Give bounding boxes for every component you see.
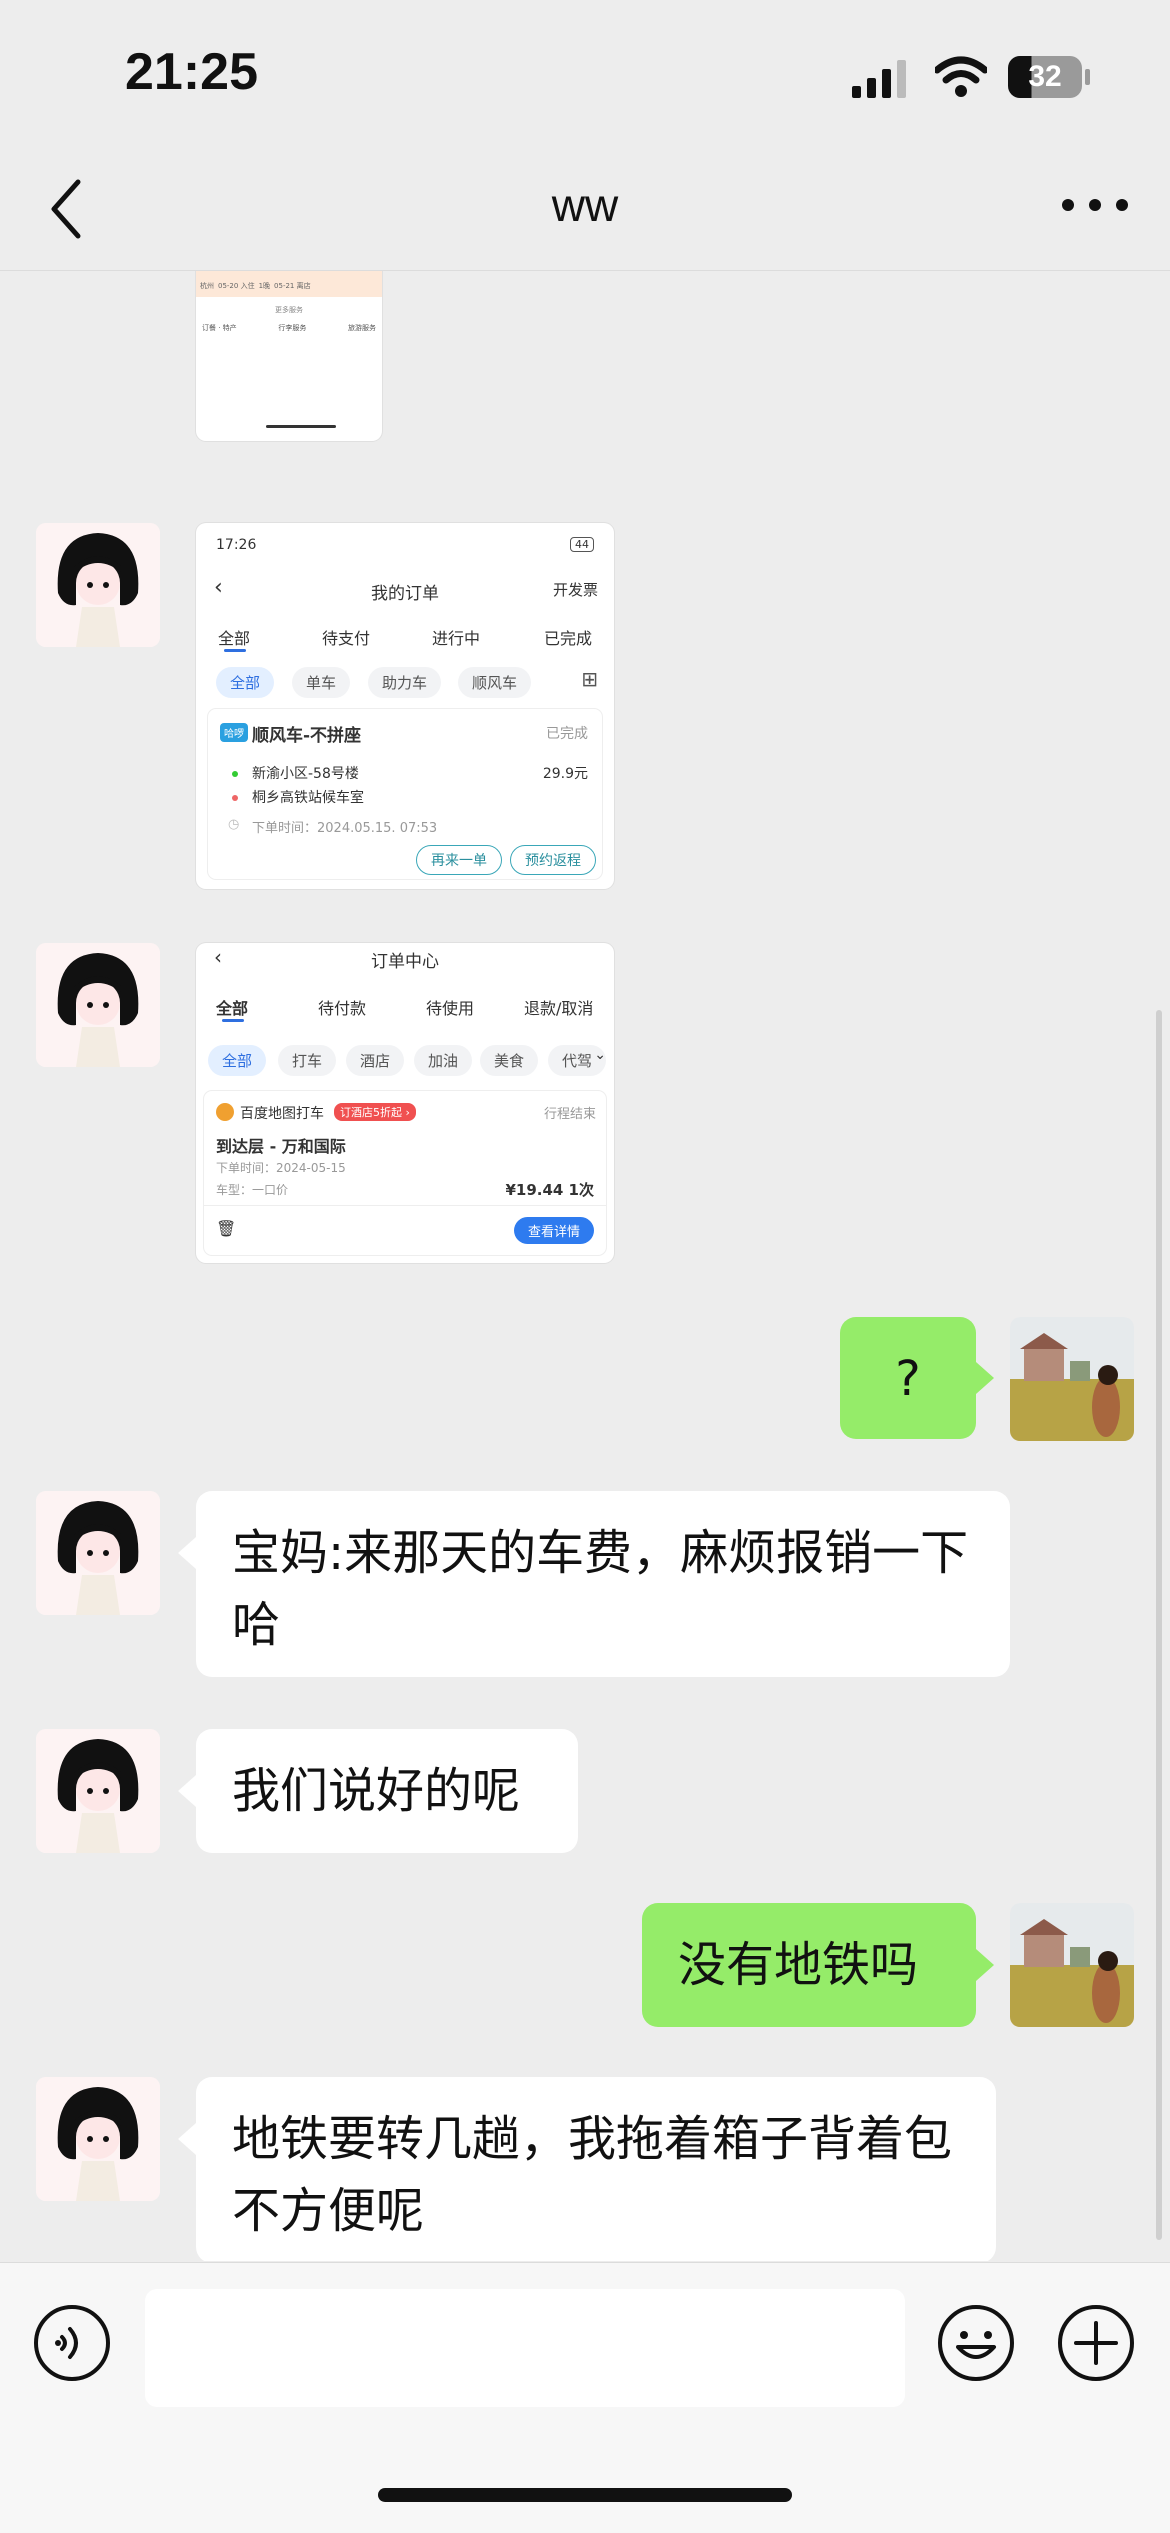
received-message-bubble[interactable]: 地铁要转几趟，我拖着箱子背着包不方便呢 [196, 2077, 996, 2261]
partial-nights: 1晚 [258, 282, 271, 290]
shot2-tab-all: 全部 [216, 999, 249, 1018]
shot2-chip-food: 美食 [480, 1045, 539, 1076]
shot1-order-status: 已完成 [546, 726, 588, 742]
shot1-chip-carpool: 顺风车 [458, 667, 532, 698]
image-message-order-center[interactable]: ‹ 订单中心 全部 待付款 待使用 退款/取消 全部 打车 酒店 加油 美食 代… [196, 943, 614, 1263]
shot1-reorder-button: 再来一单 [416, 845, 502, 875]
partial-more: 更多服务 [275, 306, 303, 314]
partial-row: 杭州 05-20 入住 1晚 05-21 离店 [200, 281, 378, 295]
battery-level: 32 [1028, 60, 1062, 93]
chat-title: ww [551, 179, 619, 231]
shot1-invoice: 开发票 [552, 581, 598, 599]
plus-icon[interactable] [1056, 2303, 1136, 2383]
contact-avatar[interactable] [36, 1729, 160, 1853]
shot2-status: 行程结束 [543, 1107, 596, 1122]
shot2-brand: 百度地图打车 [240, 1106, 324, 1122]
girl-avatar-icon [36, 523, 160, 647]
image-message-partial[interactable]: 杭州 05-20 入住 1晚 05-21 离店 更多服务 订餐 · 特产 行李服… [196, 271, 382, 441]
home-indicator[interactable] [378, 2488, 792, 2502]
shot2-chip-hotel: 酒店 [346, 1045, 405, 1076]
shot1-tab-all: 全部 [218, 629, 251, 648]
shot2-chip-taxi: 打车 [278, 1045, 337, 1076]
signal-icon [852, 60, 906, 98]
shot1-order-time: 下单时间：2024.05.15. 07:53 [252, 821, 438, 836]
shot2-trash-icon: 🗑 [216, 1219, 237, 1238]
image-message-order-list[interactable]: 17:26 44 ‹ 我的订单 开发票 全部 待支付 进行中 已完成 全部 单车… [196, 523, 614, 889]
shot2-tab-refund: 退款/取消 [524, 999, 594, 1018]
chat-header: ww [0, 160, 1170, 271]
shot2-tab-unpaid: 待付款 [318, 999, 367, 1018]
shot1-battery: 44 [570, 537, 594, 552]
shot2-tab-unused: 待使用 [426, 999, 475, 1018]
partial-checkin: 05-20 入住 [218, 282, 255, 290]
shot1-to: 桐乡高铁站候车室 [252, 790, 364, 806]
landscape-photo-icon [1010, 1903, 1134, 2027]
voice-icon[interactable] [32, 2303, 112, 2383]
shot1-from: 新渝小区-58号楼 [252, 766, 359, 782]
bubble-tail [178, 1775, 196, 1807]
contact-avatar[interactable] [36, 2077, 160, 2201]
shot2-detail-button: 查看详情 [513, 1217, 594, 1244]
status-bar: 21:25 32 [0, 0, 1170, 160]
shot2-destination: 到达层 - 万和国际 [216, 1137, 346, 1156]
battery-icon: 32 [1008, 56, 1090, 98]
more-icon[interactable] [1060, 190, 1130, 220]
shot1-chip-ebike: 助力车 [368, 667, 442, 698]
shot2-car-type: 车型：一口价 [216, 1183, 289, 1197]
girl-avatar-icon [36, 2077, 160, 2201]
shot1-title: 我的订单 [371, 584, 439, 604]
sent-message-bubble[interactable]: ? [840, 1317, 976, 1439]
girl-avatar-icon [36, 1491, 160, 1615]
shot1-return-button: 预约返程 [510, 845, 596, 875]
shot1-order-title: 顺风车-不拼座 [252, 726, 362, 746]
shot2-promo: 订酒店5折起 › [334, 1103, 416, 1121]
landscape-photo-icon [1010, 1317, 1134, 1441]
partial-city: 杭州 [200, 282, 214, 290]
shot1-time: 17:26 [216, 537, 257, 553]
message-list[interactable]: 杭州 05-20 入住 1晚 05-21 离店 更多服务 订餐 · 特产 行李服… [0, 271, 1170, 2261]
shot2-order-date: 下单时间：2024-05-15 [216, 1161, 346, 1175]
scrollbar[interactable] [1156, 1010, 1162, 2240]
status-time: 21:25 [125, 43, 258, 101]
shot2-brand-icon [216, 1103, 234, 1121]
shot1-grid-icon: ⊞ [581, 667, 598, 691]
shot1-clock-icon: ◷ [228, 817, 240, 832]
shot1-tab-done: 已完成 [544, 629, 593, 648]
bubble-tail [976, 1949, 994, 1981]
received-message-bubble[interactable]: 宝妈:来那天的车费，麻烦报销一下哈 [196, 1491, 1010, 1677]
sent-message-bubble[interactable]: 没有地铁吗 [642, 1903, 976, 2027]
bubble-tail [976, 1362, 994, 1394]
partial-service-3: 旅游服务 [348, 324, 376, 332]
message-input[interactable] [145, 2289, 905, 2407]
self-avatar[interactable] [1010, 1317, 1134, 1441]
shot1-badge: 哈啰 [220, 723, 248, 742]
contact-avatar[interactable] [36, 523, 160, 647]
shot1-chip-all: 全部 [216, 667, 275, 698]
shot1-tab-unpaid: 待支付 [322, 629, 371, 648]
partial-service-2: 行李服务 [278, 324, 307, 332]
shot2-chip-fuel: 加油 [414, 1045, 473, 1076]
bubble-tail [178, 2123, 196, 2155]
girl-avatar-icon [36, 1729, 160, 1853]
emoji-icon[interactable] [936, 2303, 1016, 2383]
shot2-price: ¥19.44 1次 [505, 1181, 594, 1199]
shot1-price: 29.9元 [542, 766, 588, 782]
partial-service-1: 订餐 · 特产 [202, 324, 237, 332]
partial-checkout: 05-21 离店 [274, 282, 311, 290]
bubble-tail [178, 1537, 196, 1569]
wifi-icon [935, 56, 987, 97]
girl-avatar-icon [36, 943, 160, 1067]
shot1-chip-bike: 单车 [292, 667, 351, 698]
shot2-chip-all: 全部 [208, 1045, 267, 1076]
contact-avatar[interactable] [36, 943, 160, 1067]
shot2-title: 订单中心 [371, 952, 439, 972]
received-message-bubble[interactable]: 我们说好的呢 [196, 1729, 578, 1853]
shot1-tab-ongoing: 进行中 [432, 629, 481, 648]
shot2-chevron-down-icon: ⌄ [594, 1047, 606, 1063]
self-avatar[interactable] [1010, 1903, 1134, 2027]
contact-avatar[interactable] [36, 1491, 160, 1615]
